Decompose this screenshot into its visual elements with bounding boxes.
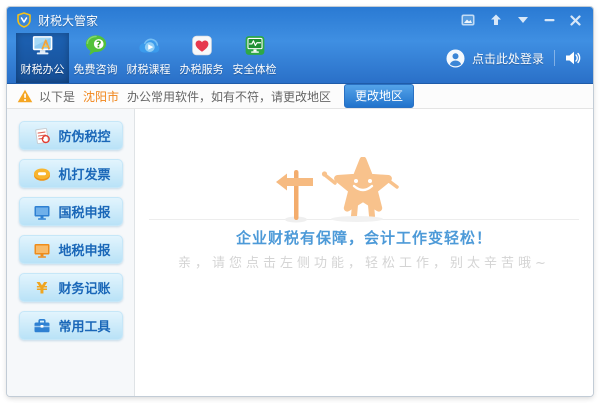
region-notice-bar: 以下是 沈阳市 办公常用软件，如有不符，请更改地区 更改地区 — [7, 84, 593, 109]
nav-right: 点击此处登录 — [446, 33, 581, 83]
login-label: 点击此处登录 — [472, 50, 544, 67]
tab-label: 办税服务 — [180, 61, 224, 77]
office-monitor-icon — [27, 33, 59, 58]
mascot-shadow — [331, 216, 383, 222]
tab-label: 免费咨询 — [74, 61, 118, 77]
signpost-icon — [273, 167, 319, 223]
tab-anquan-tijian[interactable]: 安全体检 — [228, 33, 281, 83]
tab-banshui-fuwu[interactable]: 办税服务 — [175, 33, 228, 83]
skin-icon[interactable] — [461, 14, 475, 26]
toolbox-icon — [33, 317, 51, 335]
minimize-icon[interactable] — [544, 15, 555, 25]
sidebar-item-label: 财务记账 — [59, 278, 111, 297]
tab-mianfei-zixun[interactable]: ? 免费咨询 — [69, 33, 122, 83]
tab-caishui-bangong[interactable]: 财税办公 — [16, 33, 69, 83]
login-button[interactable]: 点击此处登录 — [446, 49, 544, 68]
hide-up-icon[interactable] — [490, 14, 502, 26]
tab-label: 财税课程 — [127, 61, 171, 77]
sidebar-item-label: 防伪税控 — [59, 126, 111, 145]
sidebar-item-guoshui-shenbao[interactable]: 国税申报 — [19, 197, 123, 226]
sidebar-item-dishui-shenbao[interactable]: 地税申报 — [19, 235, 123, 264]
window-controls — [461, 14, 581, 26]
sidebar: 防伪税控 机打发票 国税申报 — [7, 109, 135, 396]
tab-caishui-kecheng[interactable]: 财税课程 — [122, 33, 175, 83]
chat-question-icon: ? — [80, 33, 112, 58]
yuan-icon: ¥ — [33, 279, 51, 297]
sidebar-item-label: 国税申报 — [59, 202, 111, 221]
main-nav: 财税办公 ? 免费咨询 财税课程 — [7, 33, 593, 83]
tab-label: 财税办公 — [21, 61, 65, 77]
window-title: 财税大管家 — [38, 12, 98, 29]
main-panel: 企业财税有保障，会计工作变轻松！ 亲，请您点击左侧功能，轻松工作，别太辛苦哦~ — [135, 109, 593, 396]
svg-text:?: ? — [96, 39, 101, 50]
heart-service-icon — [186, 33, 218, 58]
app-window: 财税大管家 — [7, 7, 593, 396]
sidebar-item-fangwei-shuikong[interactable]: 防伪税控 — [19, 121, 123, 150]
close-icon[interactable] — [570, 15, 581, 26]
avatar-icon — [446, 49, 465, 68]
monitor-blue-icon — [33, 203, 51, 221]
security-check-icon — [239, 33, 271, 58]
monitor-orange-icon — [33, 241, 51, 259]
sidebar-item-changyong-gongju[interactable]: 常用工具 — [19, 311, 123, 340]
star-mascot-icon — [321, 157, 405, 221]
change-region-button[interactable]: 更改地区 — [344, 84, 414, 108]
sidebar-item-label: 机打发票 — [59, 164, 111, 183]
invoice-pad-icon — [33, 165, 51, 183]
sidebar-item-label: 常用工具 — [59, 316, 111, 335]
tab-label: 安全体检 — [233, 61, 277, 77]
content-area: 防伪税控 机打发票 国税申报 — [7, 109, 593, 396]
slogan-text: 企业财税有保障，会计工作变轻松！ — [135, 227, 593, 248]
sidebar-item-label: 地税申报 — [59, 240, 111, 259]
notice-city: 沈阳市 — [83, 88, 119, 105]
menu-arrow-icon[interactable] — [517, 16, 529, 24]
top-chrome: 财税大管家 — [7, 7, 593, 84]
tip-text: 亲，请您点击左侧功能，轻松工作，别太辛苦哦~ — [135, 252, 593, 271]
notice-suffix: 办公常用软件，如有不符，请更改地区 — [127, 88, 331, 105]
cloud-play-icon — [133, 33, 165, 58]
sidebar-item-jida-fapiao[interactable]: 机打发票 — [19, 159, 123, 188]
svg-text:¥: ¥ — [36, 279, 47, 297]
sidebar-item-caiwu-jizhang[interactable]: ¥ 财务记账 — [19, 273, 123, 302]
stamped-invoice-icon — [33, 127, 51, 145]
divider — [554, 50, 555, 66]
app-shield-icon — [16, 12, 32, 28]
warning-triangle-icon — [17, 89, 33, 103]
speaker-icon[interactable] — [565, 51, 581, 65]
notice-prefix: 以下是 — [39, 88, 75, 105]
